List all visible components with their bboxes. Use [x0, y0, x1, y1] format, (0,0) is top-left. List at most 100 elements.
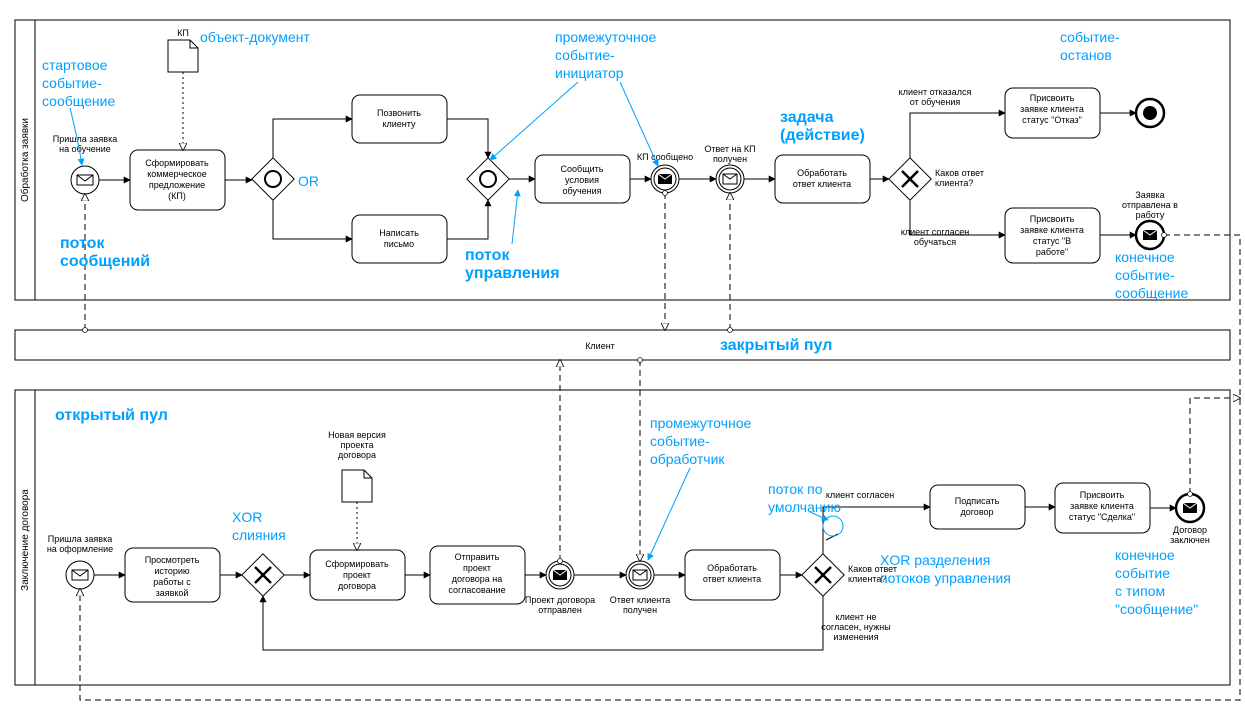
ann-xorm-2: слияния: [232, 527, 286, 543]
ann-endmb-1: конечное: [1115, 547, 1175, 563]
ann-intc-3: обработчик: [650, 451, 725, 467]
svg-text:клиента?: клиента?: [935, 178, 973, 188]
pool-top-title: Обработка заявки: [19, 118, 31, 202]
svg-text:договора: договора: [338, 450, 376, 460]
svg-text:Заявка: Заявка: [1135, 190, 1164, 200]
ann-xors-2: потоков управления: [880, 570, 1011, 586]
svg-text:отправлена в: отправлена в: [1122, 200, 1178, 210]
svg-text:договора на: договора на: [452, 574, 503, 584]
svg-text:изменения: изменения: [833, 632, 878, 642]
ann-intc-2: событие-: [650, 433, 710, 449]
svg-text:Обработать: Обработать: [797, 168, 847, 178]
svg-text:письмо: письмо: [384, 239, 414, 249]
svg-text:заявке клиента: заявке клиента: [1020, 225, 1084, 235]
svg-text:Сообщить: Сообщить: [561, 164, 604, 174]
event-client-answer: [626, 561, 654, 589]
start-event-top-label-2: на обучение: [59, 144, 111, 154]
ann-closedpool: закрытый пул: [720, 337, 832, 354]
ann-endmb-3: с типом: [1115, 583, 1165, 599]
svg-text:Ответ клиента: Ответ клиента: [610, 595, 670, 605]
event-kp-sent: [651, 165, 679, 193]
end-message-top: [1136, 221, 1164, 249]
gateway-or-merge: [467, 158, 509, 200]
pool-bottom-title: Заключение договора: [20, 489, 31, 591]
ann-msgflow-1: поток: [60, 235, 105, 252]
ann-intc-1: промежуточное: [650, 415, 751, 431]
svg-text:заключен: заключен: [1170, 535, 1210, 545]
svg-text:Отправить: Отправить: [455, 552, 500, 562]
svg-text:Проект договора: Проект договора: [525, 595, 595, 605]
document-kp-label: КП: [177, 28, 189, 38]
ann-endmb-2: событие: [1115, 565, 1170, 581]
svg-text:Обработать: Обработать: [707, 563, 757, 573]
svg-text:проект: проект: [343, 570, 371, 580]
svg-text:заявке клиента: заявке клиента: [1070, 501, 1134, 511]
ann-endstop-1: событие-: [1060, 29, 1120, 45]
gateway-or-split: [252, 158, 294, 200]
ann-endmsg-1: конечное: [1115, 249, 1175, 265]
ann-endmsg-3: сообщение: [1115, 285, 1188, 301]
svg-text:Ответ на КП: Ответ на КП: [704, 144, 755, 154]
svg-text:работы с: работы с: [153, 577, 191, 587]
ann-or: OR: [298, 173, 319, 189]
ann-start-2: событие-: [42, 75, 102, 91]
ann-ctrl-1: поток: [465, 247, 510, 264]
svg-text:Присвоить: Присвоить: [1030, 93, 1075, 103]
svg-text:(КП): (КП): [168, 191, 186, 201]
start-event-bottom: [66, 561, 94, 589]
svg-text:Сформировать: Сформировать: [325, 559, 389, 569]
svg-text:получен: получен: [623, 605, 657, 615]
ann-start-3: сообщение: [42, 93, 115, 109]
svg-text:обучения: обучения: [562, 186, 601, 196]
svg-text:на оформление: на оформление: [47, 544, 113, 554]
svg-text:историю: историю: [154, 566, 190, 576]
svg-text:коммерческое: коммерческое: [147, 169, 206, 179]
event-answer-received: [716, 165, 744, 193]
pool-bottom: [15, 390, 1230, 685]
ann-def-1: поток по: [768, 481, 823, 497]
svg-text:согласен, нужны: согласен, нужны: [821, 622, 890, 632]
ann-openpool: открытый пул: [55, 407, 168, 424]
ann-obj-doc: объект-документ: [200, 29, 310, 45]
end-terminate: [1136, 99, 1164, 127]
pool-client: [15, 330, 1230, 360]
svg-text:проекта: проекта: [341, 440, 374, 450]
svg-text:Подписать: Подписать: [955, 496, 1000, 506]
gateway-xor-top: [889, 158, 931, 200]
svg-text:клиенту: клиенту: [382, 119, 416, 129]
svg-text:проект: проект: [463, 563, 491, 573]
svg-text:Пришла заявка: Пришла заявка: [48, 534, 112, 544]
gateway-xor-split: [802, 554, 844, 596]
document-contract: [342, 470, 372, 502]
svg-text:Каков ответ: Каков ответ: [935, 168, 984, 178]
svg-text:Присвоить: Присвоить: [1080, 490, 1125, 500]
svg-text:условия: условия: [565, 175, 599, 185]
svg-text:клиент отказался: клиент отказался: [899, 87, 972, 97]
svg-text:заявкой: заявкой: [156, 588, 189, 598]
svg-text:договор: договор: [960, 507, 993, 517]
event-contract-sent: [546, 561, 574, 589]
ann-int-1: промежуточное: [555, 29, 656, 45]
ann-task-1: задача: [780, 109, 834, 126]
ann-task-2: (действие): [780, 127, 865, 144]
pool-client-title: Клиент: [585, 341, 615, 351]
svg-text:статус "Отказ": статус "Отказ": [1022, 115, 1082, 125]
svg-text:заявке клиента: заявке клиента: [1020, 104, 1084, 114]
svg-text:работу: работу: [1136, 210, 1165, 220]
svg-text:ответ клиента: ответ клиента: [703, 574, 761, 584]
svg-text:предложение: предложение: [149, 180, 205, 190]
svg-text:отправлен: отправлен: [538, 605, 582, 615]
svg-text:от обучения: от обучения: [910, 97, 961, 107]
svg-text:Договор: Договор: [1173, 525, 1207, 535]
svg-text:ответ клиента: ответ клиента: [793, 179, 851, 189]
svg-text:работе": работе": [1036, 247, 1068, 257]
start-event-top-label-1: Пришла заявка: [53, 134, 117, 144]
svg-text:Присвоить: Присвоить: [1030, 214, 1075, 224]
svg-text:получен: получен: [713, 154, 747, 164]
svg-text:обучаться: обучаться: [914, 237, 956, 247]
svg-text:статус "В: статус "В: [1033, 236, 1071, 246]
gateway-xor-merge: [242, 554, 284, 596]
svg-text:согласование: согласование: [448, 585, 505, 595]
svg-text:Позвонить: Позвонить: [377, 108, 421, 118]
ann-xors-1: XOR разделения: [880, 552, 990, 568]
